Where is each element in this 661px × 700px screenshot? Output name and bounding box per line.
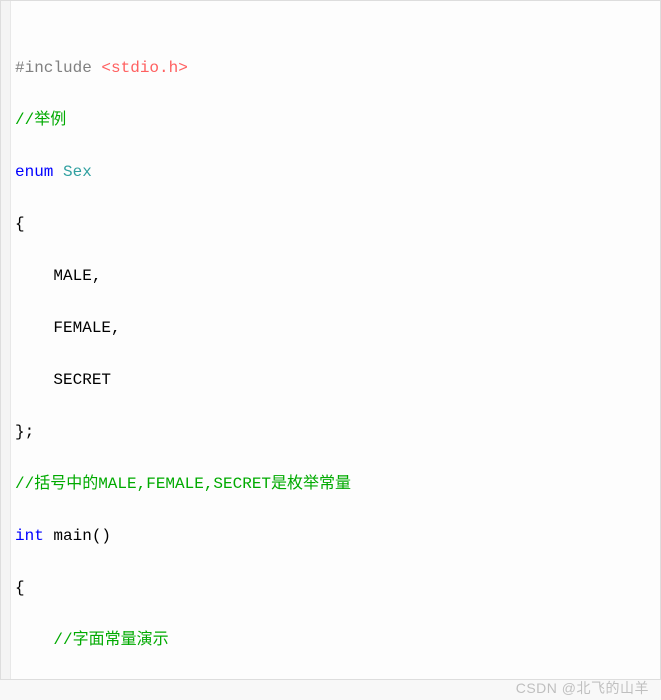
code-line: //字面常量演示 — [15, 627, 660, 653]
code-line: { — [15, 211, 660, 237]
comment: //字面常量演示 — [15, 631, 169, 649]
include-path: <stdio.h> — [101, 59, 187, 77]
func-name: main — [53, 527, 91, 545]
keyword: enum — [15, 163, 63, 181]
code-line: MALE, — [15, 263, 660, 289]
code-line: //括号中的MALE,FEMALE,SECRET是枚举常量 — [15, 471, 660, 497]
comment: //括号中的MALE,FEMALE,SECRET是枚举常量 — [15, 475, 351, 493]
code-line: #include <stdio.h> — [15, 55, 660, 81]
code-line: enum Sex — [15, 159, 660, 185]
code-line: { — [15, 575, 660, 601]
code-line: FEMALE, — [15, 315, 660, 341]
comment: //举例 — [15, 111, 66, 129]
code-line: }; — [15, 419, 660, 445]
code-line: SECRET — [15, 367, 660, 393]
code-line: int main() — [15, 523, 660, 549]
code-editor: #include <stdio.h> //举例 enum Sex { MALE,… — [0, 0, 661, 680]
code-line: //举例 — [15, 107, 660, 133]
gutter — [1, 1, 11, 679]
parens: () — [92, 527, 111, 545]
keyword: int — [15, 527, 53, 545]
watermark: CSDN @北飞的山羊 — [516, 678, 649, 698]
identifier: Sex — [63, 163, 92, 181]
preproc: #include — [15, 59, 101, 77]
